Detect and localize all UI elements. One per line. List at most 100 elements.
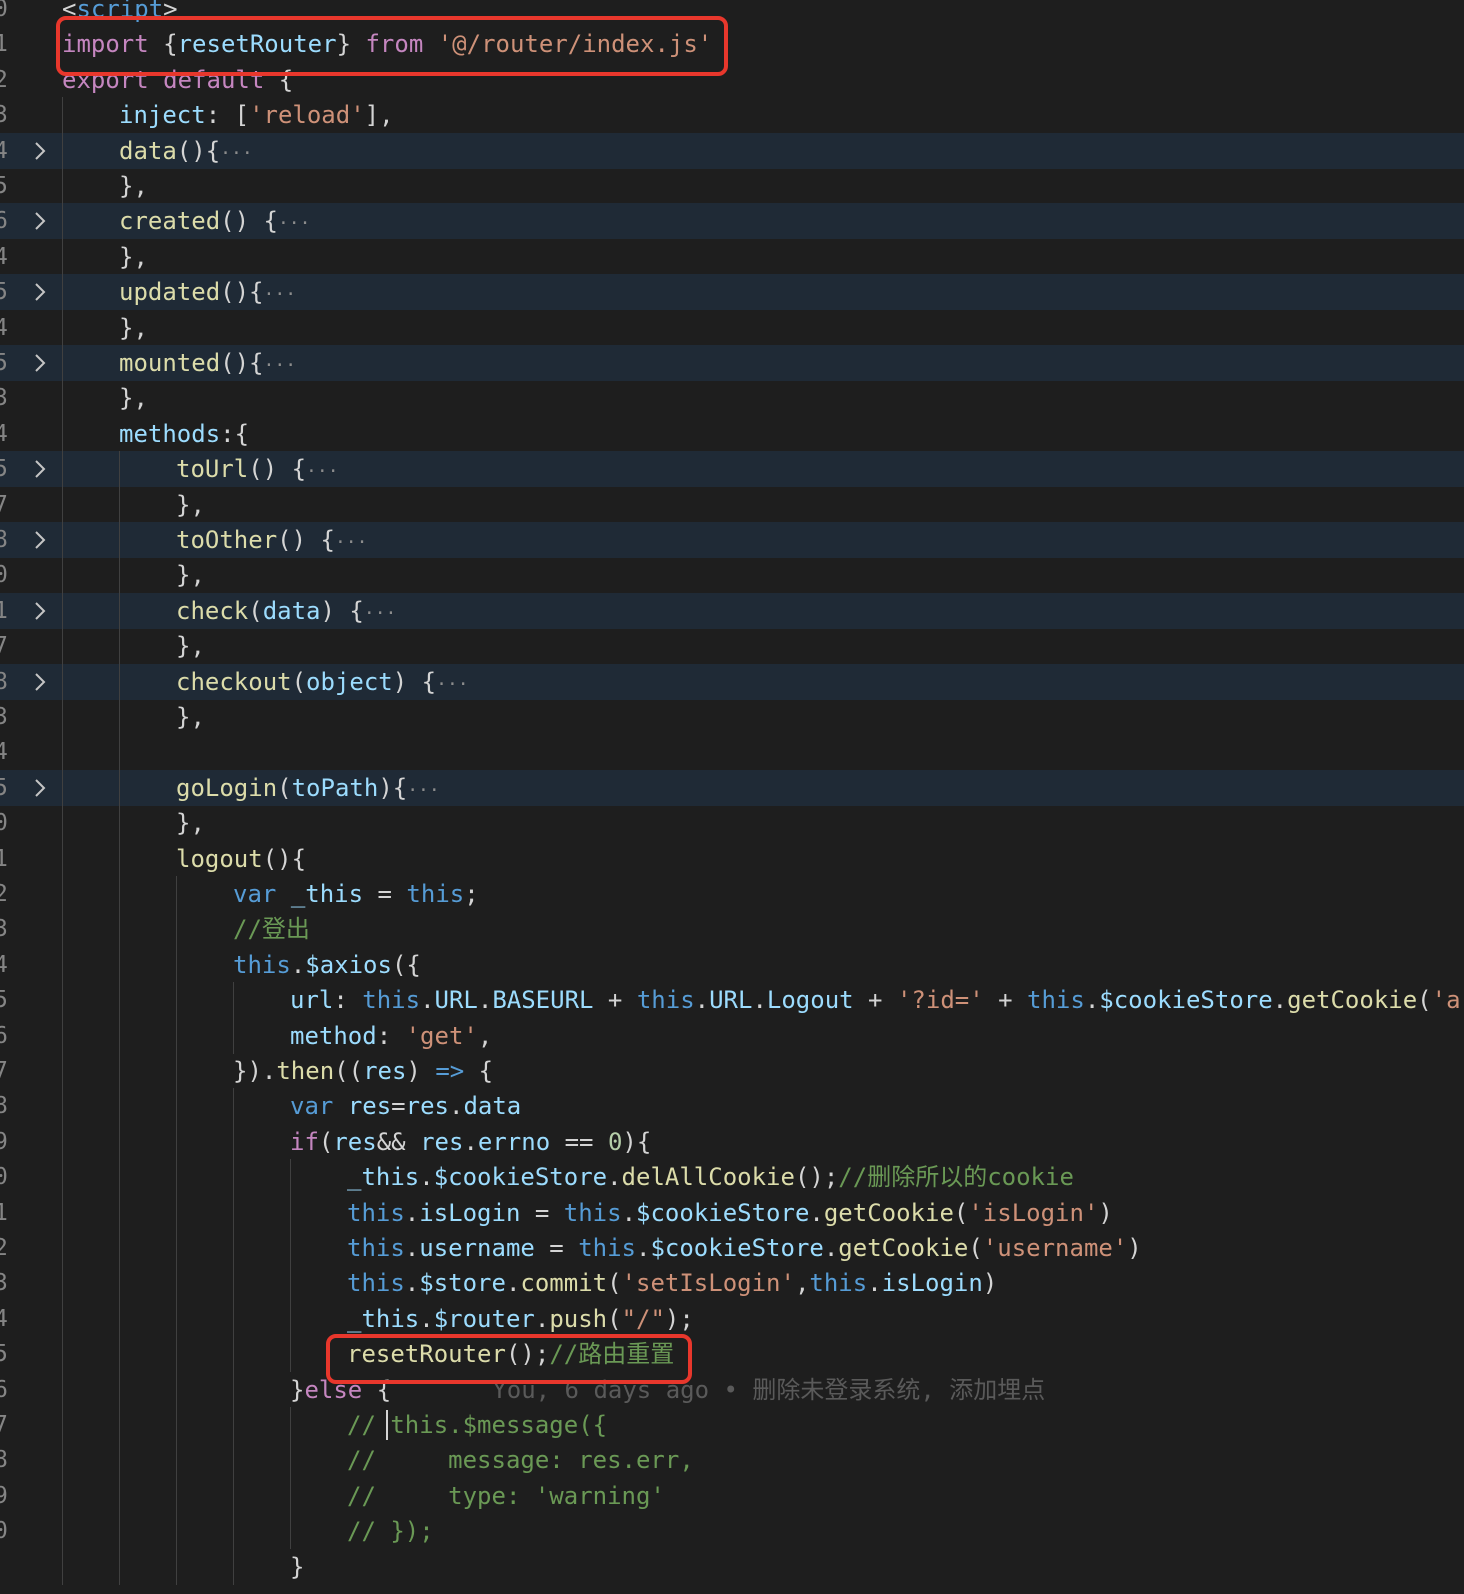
- line-number: 0: [0, 1164, 8, 1191]
- code-line[interactable]: 5 url: this.URL.BASEURL + this.URL.Logout…: [0, 982, 1464, 1019]
- code-line[interactable]: 8 var res=res.data: [0, 1088, 1464, 1125]
- code-line[interactable]: 6}else { You, 6 days ago • 删除未登录系统, 添加埋点: [0, 1371, 1464, 1408]
- code-line[interactable]: 0 _this.$cookieStore.delAllCookie();//删除所…: [0, 1159, 1464, 1196]
- code-line[interactable]: 5 resetRouter();//路由重置: [0, 1336, 1464, 1373]
- code-line[interactable]: 3 //登出: [0, 911, 1464, 948]
- code-line[interactable]: 7},: [0, 486, 1464, 523]
- code-text: },: [119, 168, 148, 204]
- chevron-right-icon[interactable]: [30, 282, 50, 302]
- chevron-right-icon[interactable]: [30, 530, 50, 550]
- code-line[interactable]: 6 method: 'get',: [0, 1017, 1464, 1054]
- code-token: +: [593, 986, 637, 1015]
- code-token: }: [290, 1552, 305, 1581]
- code-token: () {: [277, 526, 335, 554]
- code-line[interactable]: 3 this.$store.commit('setIsLogin',this.is…: [0, 1265, 1464, 1302]
- code-token: .: [290, 950, 306, 979]
- code-line[interactable]: 5 updated(){···: [0, 274, 1464, 313]
- code-token: this: [362, 986, 421, 1015]
- code-line[interactable]: 4 data(){···: [0, 132, 1464, 169]
- code-line[interactable]: 8 checkout(object) {···: [0, 663, 1464, 700]
- code-text: if(res&& res.errno == 0){: [290, 1124, 651, 1160]
- code-line[interactable]: 1 logout(){: [0, 840, 1464, 877]
- code-token: _this: [347, 1304, 420, 1333]
- chevron-right-icon[interactable]: [30, 778, 50, 798]
- chevron-right-icon[interactable]: [30, 601, 50, 621]
- code-token: 0: [607, 1127, 623, 1156]
- indent-guide: [119, 805, 120, 842]
- code-token: ): [982, 1269, 998, 1298]
- code-token: .: [420, 986, 435, 1015]
- code-line[interactable]: 4 _this.$router.push("/");: [0, 1300, 1464, 1337]
- indent-guide: [62, 132, 63, 169]
- indent-guide: [62, 1053, 63, 1089]
- indent-guide: [119, 451, 120, 488]
- indent-guide: [62, 168, 63, 204]
- code-line[interactable]: 0},: [0, 557, 1464, 594]
- code-text: toUrl() {···: [176, 451, 339, 490]
- code-token: 'username': [982, 1234, 1128, 1262]
- code-line[interactable]: 3 inject: ['reload'],: [0, 97, 1464, 134]
- code-line[interactable]: 8 // message: res.err,: [0, 1442, 1464, 1479]
- indent-guide: [233, 1194, 234, 1231]
- code-token: this: [578, 1234, 636, 1262]
- code-token: .: [867, 1269, 882, 1298]
- code-text: },: [119, 380, 148, 416]
- code-token: .: [752, 986, 767, 1015]
- code-line[interactable]: 5},: [0, 168, 1464, 204]
- code-line[interactable]: 2 var _this = this;: [0, 876, 1464, 912]
- code-line[interactable]: 3},: [0, 699, 1464, 735]
- code-line[interactable]: 7},: [0, 628, 1464, 665]
- code-line[interactable]: 6 created() {···: [0, 203, 1464, 242]
- code-text: toOther() {···: [176, 522, 367, 561]
- chevron-right-icon[interactable]: [30, 141, 50, 161]
- code-line[interactable]: 4: [0, 734, 1464, 771]
- code-token: 'setIsLogin': [621, 1269, 795, 1298]
- indent-guide: [62, 1123, 63, 1160]
- line-number: 6: [0, 1376, 8, 1403]
- code-text: inject: ['reload'],: [119, 97, 394, 133]
- indent-guide: [62, 522, 63, 558]
- indent-guide: [62, 1300, 63, 1337]
- code-text: created() {···: [119, 203, 310, 242]
- code-line[interactable]: 5 mounted(){···: [0, 345, 1464, 381]
- code-line[interactable]: 9 if(res&& res.errno == 0){: [0, 1123, 1464, 1160]
- code-text: },: [119, 239, 148, 275]
- code-line[interactable]: 1 this.isLogin = this.$cookieStore.getCoo…: [0, 1194, 1464, 1231]
- code-line[interactable]: 8 toOther() {···: [0, 522, 1464, 558]
- chevron-right-icon[interactable]: [30, 211, 50, 231]
- code-line[interactable]: 4},: [0, 309, 1464, 346]
- indent-guide: [62, 1159, 63, 1196]
- code-token: mounted: [119, 349, 221, 377]
- code-token: .: [1084, 986, 1100, 1015]
- code-token: username: [419, 1234, 535, 1262]
- code-line[interactable]: 7}).then((res) => {: [0, 1053, 1464, 1089]
- code-line[interactable]: 7// this.$message({: [0, 1407, 1464, 1443]
- chevron-right-icon[interactable]: [30, 353, 50, 373]
- code-line[interactable]: 0 // });: [0, 1513, 1464, 1550]
- code-token: .: [404, 1234, 420, 1262]
- chevron-right-icon[interactable]: [30, 672, 50, 692]
- code-line[interactable]: 1 check(data) {···: [0, 592, 1464, 629]
- code-token: }).: [233, 1057, 277, 1085]
- line-number: 6: [0, 208, 8, 235]
- code-line[interactable]: 4 this.$axios({: [0, 946, 1464, 983]
- chevron-right-icon[interactable]: [30, 459, 50, 479]
- indent-guide: [119, 1336, 120, 1373]
- indent-guide: [62, 380, 63, 417]
- indent-guide: [233, 982, 234, 1019]
- code-line[interactable]: 4 methods:{: [0, 415, 1464, 452]
- code-text: updated(){···: [119, 274, 296, 313]
- indent-guide: [176, 1230, 177, 1266]
- code-token: },: [119, 384, 148, 413]
- code-line[interactable]: 2 this.username = this.$cookieStore.getCo…: [0, 1230, 1464, 1266]
- code-line[interactable]: 3},: [0, 380, 1464, 417]
- code-line[interactable]: 5 goLogin(toPath){···: [0, 769, 1464, 806]
- code-editor[interactable]: 0 <script> 1 import {resetRouter} from '@/r…: [0, 0, 1464, 1594]
- code-line[interactable]: 4},: [0, 238, 1464, 275]
- code-token: .: [404, 1269, 420, 1298]
- code-line[interactable]: 0},: [0, 805, 1464, 842]
- indent-guide: [176, 1371, 177, 1408]
- code-line[interactable]: }: [0, 1548, 1464, 1585]
- code-line[interactable]: 9 // type: 'warning': [0, 1477, 1464, 1514]
- code-line[interactable]: 5 toUrl() {···: [0, 451, 1464, 490]
